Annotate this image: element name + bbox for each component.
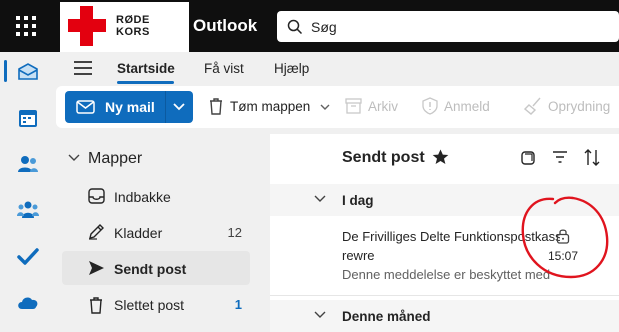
organization-logo[interactable]: RØDE KORS — [60, 2, 189, 52]
chevron-down-icon[interactable] — [314, 311, 326, 319]
shield-icon — [422, 97, 438, 115]
draft-pencil-icon — [89, 224, 104, 240]
new-mail-button[interactable]: Ny mail — [65, 91, 193, 123]
folder-name: Slettet post — [114, 297, 185, 313]
inbox-icon — [88, 188, 105, 204]
people-icon[interactable] — [16, 152, 40, 176]
onedrive-icon[interactable] — [16, 290, 40, 314]
trash-icon — [210, 98, 222, 115]
tab-hjaelp[interactable]: Hjælp — [274, 61, 309, 76]
archive-button[interactable]: Arkiv — [368, 99, 398, 114]
chevron-down-icon[interactable] — [314, 195, 326, 203]
folder-pane: Mapper Indbakke Kladder 12 Sendt post Sl… — [56, 134, 266, 332]
list-title: Sendt post — [342, 149, 425, 166]
message-subject: rewre — [342, 248, 375, 263]
filter-icon[interactable] — [553, 151, 567, 163]
select-icon[interactable] — [521, 151, 535, 165]
trash-icon — [90, 297, 102, 314]
brand-line-2: KORS — [116, 26, 150, 38]
command-toolbar: Ny mail Tøm mappen Arkiv Anmeld Oprydnin… — [56, 86, 619, 128]
group-header-this-month[interactable]: Denne måned — [270, 300, 619, 332]
groups-icon[interactable] — [16, 198, 40, 222]
hamburger-menu-icon[interactable] — [74, 61, 92, 75]
folder-count: 1 — [234, 297, 242, 312]
folder-item-sendt-post[interactable]: Sendt post — [62, 251, 250, 285]
todo-icon[interactable] — [16, 244, 40, 268]
app-launcher-icon[interactable] — [14, 14, 38, 38]
tab-startside[interactable]: Startside — [117, 61, 175, 76]
ribbon-tabs: Startside Få vist Hjælp — [56, 52, 619, 84]
app-rail — [0, 52, 56, 332]
rail-selection-indicator — [4, 60, 7, 82]
calendar-icon[interactable] — [16, 106, 40, 130]
chevron-down-icon[interactable] — [320, 104, 330, 110]
search-input[interactable]: Søg — [311, 19, 337, 35]
send-icon — [89, 261, 104, 275]
brand-line-1: RØDE — [116, 14, 150, 26]
annotation-circle — [521, 196, 609, 279]
chevron-down-icon[interactable] — [173, 103, 185, 111]
tab-faa-vist[interactable]: Få vist — [204, 61, 244, 76]
search-icon — [287, 19, 303, 35]
red-cross-icon — [68, 6, 106, 46]
sort-icon[interactable] — [584, 149, 601, 166]
active-tab-indicator — [117, 81, 174, 84]
group-label: Denne måned — [342, 309, 431, 324]
report-button[interactable]: Anmeld — [444, 99, 490, 114]
sweep-button[interactable]: Oprydning — [548, 99, 610, 114]
mail-icon[interactable] — [16, 60, 40, 84]
folder-item-indbakke[interactable]: Indbakke — [62, 179, 250, 213]
app-title[interactable]: Outlook — [193, 16, 257, 36]
sweep-icon — [524, 97, 541, 115]
folder-name: Kladder — [114, 225, 163, 241]
empty-folder-button[interactable]: Tøm mappen — [230, 99, 310, 114]
folder-count: 12 — [227, 225, 242, 240]
search-box[interactable]: Søg — [277, 11, 619, 42]
folder-name: Indbakke — [114, 189, 171, 205]
favorite-star-icon[interactable] — [432, 149, 449, 165]
folders-heading[interactable]: Mapper — [88, 150, 142, 168]
folder-item-kladder[interactable]: Kladder 12 — [62, 215, 250, 249]
new-mail-label: Ny mail — [105, 99, 155, 115]
envelope-icon — [76, 100, 95, 114]
archive-icon — [345, 98, 362, 114]
folder-name: Sendt post — [114, 261, 187, 277]
folder-item-slettet-post[interactable]: Slettet post 1 — [62, 287, 250, 321]
top-bar: RØDE KORS Outlook Søg — [0, 0, 619, 52]
chevron-down-icon[interactable] — [68, 154, 80, 162]
group-label: I dag — [342, 193, 374, 208]
